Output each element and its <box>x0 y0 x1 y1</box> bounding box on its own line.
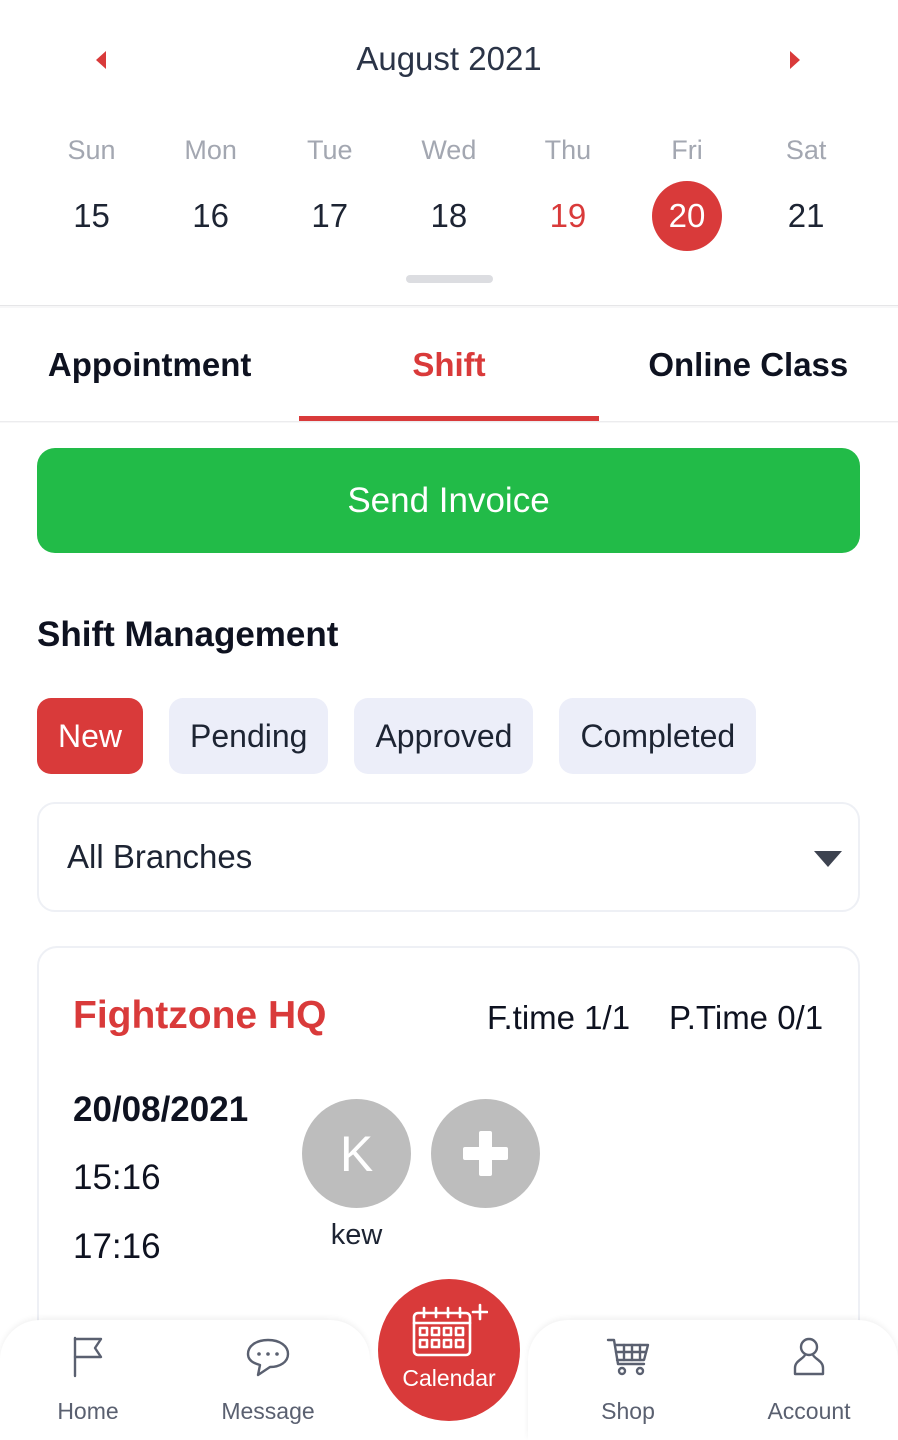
filter-completed[interactable]: Completed <box>559 698 757 774</box>
calendar-add-icon <box>412 1303 488 1356</box>
day-sun[interactable]: Sun 15 <box>32 132 151 251</box>
nav-home-label: Home <box>57 1398 119 1424</box>
day-of-week-label: Sat <box>785 135 827 165</box>
shift-start-time: 15:16 <box>73 1158 161 1197</box>
full-time-count: F.time 1/1 <box>487 999 631 1036</box>
shift-end-time: 17:16 <box>73 1227 161 1266</box>
add-staff-button[interactable] <box>431 1099 540 1208</box>
tab-bar: Appointment Shift Online Class <box>0 308 898 422</box>
chevron-right-icon <box>790 51 800 69</box>
staff-avatar[interactable]: K <box>302 1099 411 1208</box>
status-filter-group: New Pending Approved Completed <box>37 698 782 774</box>
day-of-week-label: Wed <box>421 135 477 165</box>
nav-message-label: Message <box>221 1398 315 1424</box>
day-number[interactable]: 21 <box>771 181 841 251</box>
send-invoice-button[interactable]: Send Invoice <box>37 448 860 553</box>
month-title: August 2021 <box>356 40 542 77</box>
day-of-week-label: Mon <box>184 135 237 165</box>
nav-shop-label: Shop <box>601 1398 655 1424</box>
nav-calendar-label: Calendar <box>402 1364 496 1391</box>
shift-date: 20/08/2021 <box>73 1090 249 1129</box>
week-row: Sun 15 Mon 16 Tue 17 Wed 18 Thu 19 Fri 2… <box>32 132 866 251</box>
staff-name: kew <box>330 1219 383 1251</box>
day-number-today[interactable]: 19 <box>533 181 603 251</box>
day-number-selected[interactable]: 20 <box>652 181 723 251</box>
branch-select[interactable]: All Branches <box>37 802 860 912</box>
chat-bubble-icon <box>246 1338 290 1377</box>
day-number[interactable]: 17 <box>295 181 365 251</box>
filter-pending[interactable]: Pending <box>169 698 329 774</box>
day-number[interactable]: 15 <box>57 181 127 251</box>
day-thu[interactable]: Thu 19 <box>508 132 627 251</box>
filter-new[interactable]: New <box>37 698 144 774</box>
day-of-week-label: Tue <box>306 135 353 165</box>
part-time-count: P.Time 0/1 <box>669 999 824 1036</box>
section-title: Shift Management <box>37 615 339 654</box>
branch-name: Fightzone HQ <box>73 994 327 1037</box>
calendar-expand-handle[interactable] <box>406 275 493 283</box>
nav-account[interactable]: Account <box>734 1332 884 1425</box>
day-of-week-label: Sun <box>67 135 116 165</box>
day-of-week-label: Thu <box>544 135 592 165</box>
nav-message[interactable]: Message <box>193 1332 343 1425</box>
branch-select-value: All Branches <box>67 838 253 875</box>
nav-home[interactable]: Home <box>13 1332 163 1425</box>
day-fri[interactable]: Fri 20 <box>627 132 746 251</box>
day-of-week-label: Fri <box>671 135 703 165</box>
nav-account-label: Account <box>767 1398 851 1424</box>
day-mon[interactable]: Mon 16 <box>151 132 270 251</box>
day-sat[interactable]: Sat 21 <box>747 132 866 251</box>
day-number[interactable]: 18 <box>414 181 484 251</box>
tab-shift[interactable]: Shift <box>299 308 599 421</box>
week-calendar: August 2021 Sun 15 Mon 16 Tue 17 Wed 18 … <box>0 0 898 306</box>
user-icon <box>793 1337 825 1376</box>
day-number[interactable]: 16 <box>176 181 246 251</box>
tab-online-class[interactable]: Online Class <box>599 308 898 421</box>
day-tue[interactable]: Tue 17 <box>270 132 389 251</box>
tab-appointment[interactable]: Appointment <box>0 308 299 421</box>
shopping-cart-icon <box>606 1338 650 1376</box>
flag-icon <box>73 1336 103 1378</box>
nav-shop[interactable]: Shop <box>553 1332 703 1425</box>
next-week-button[interactable] <box>783 48 807 72</box>
filter-approved[interactable]: Approved <box>354 698 534 774</box>
day-wed[interactable]: Wed 18 <box>389 132 508 251</box>
nav-calendar-button[interactable]: Calendar <box>378 1279 520 1421</box>
calendar-fab-ring: Calendar <box>374 1275 524 1425</box>
dropdown-caret-icon <box>814 851 842 867</box>
